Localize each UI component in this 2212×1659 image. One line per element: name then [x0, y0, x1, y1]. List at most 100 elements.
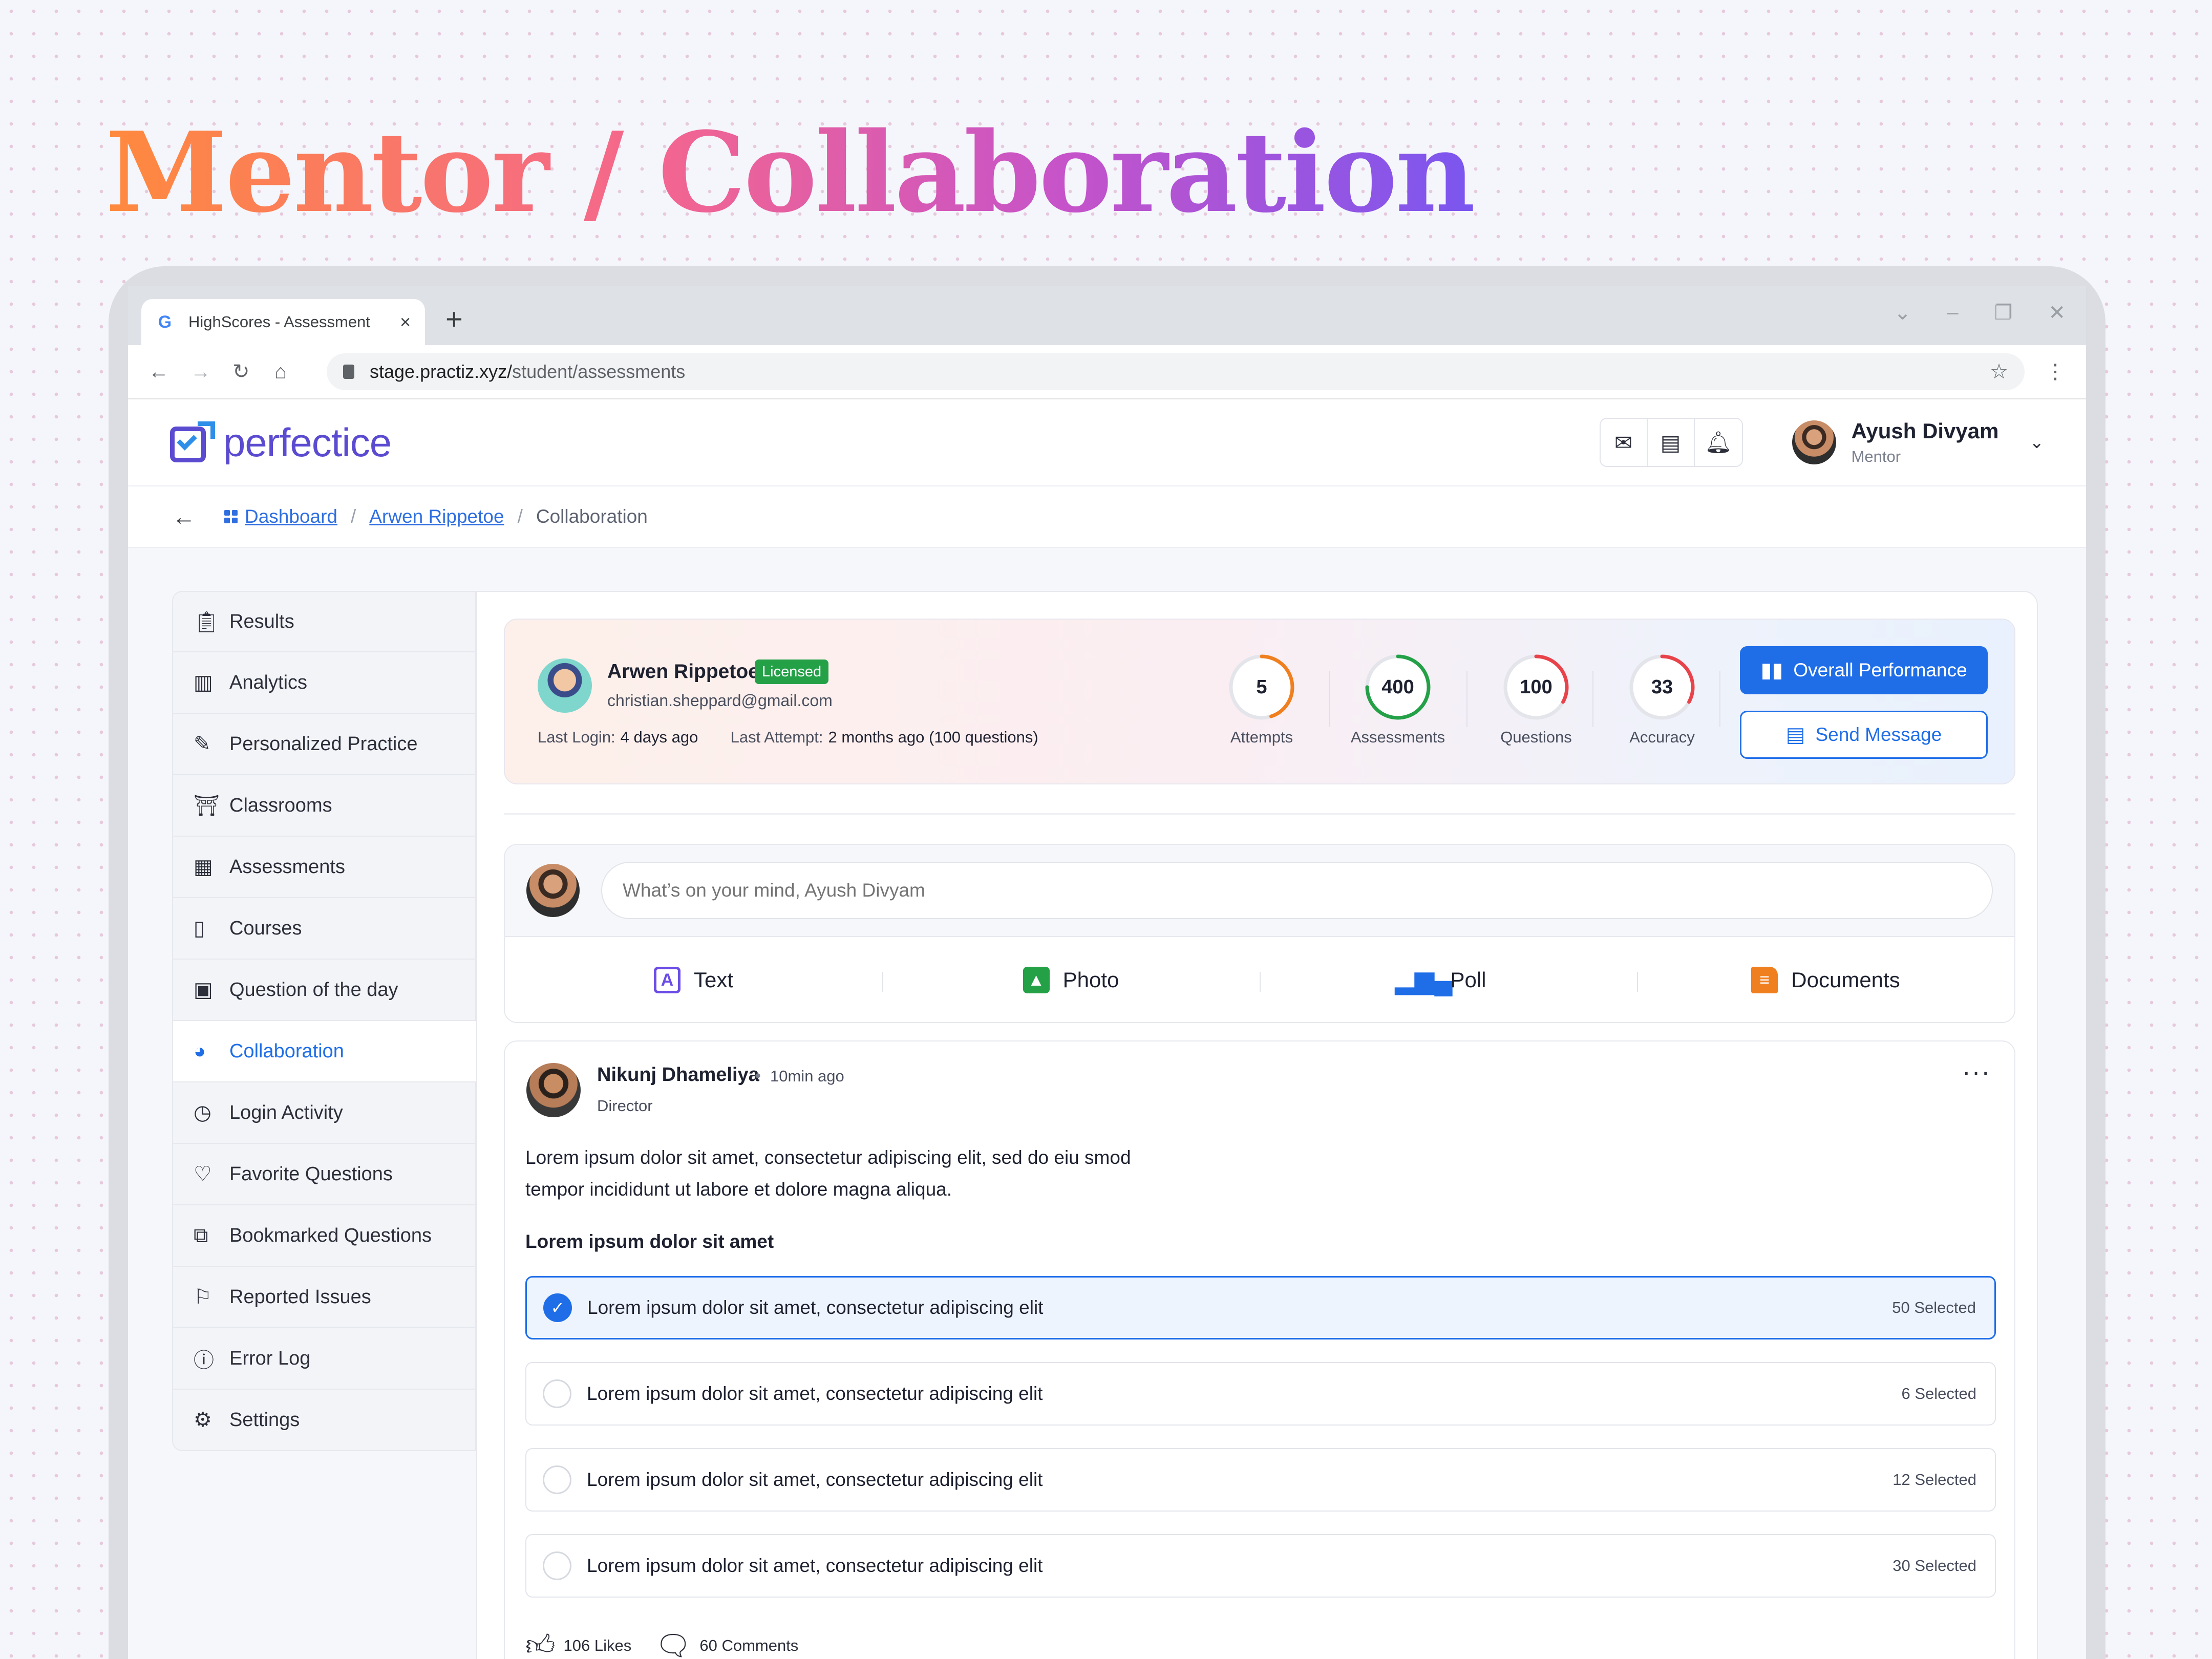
sidebar-item-classrooms[interactable]: ⛩︎ Classrooms — [172, 775, 476, 837]
app-logo[interactable]: perfectice — [170, 419, 392, 466]
button-label: Overall Performance — [1793, 660, 1967, 680]
bookmark-star-icon[interactable]: ☆ — [1990, 360, 2008, 384]
forward-icon[interactable]: → — [190, 360, 232, 384]
sidebar-item-label: Classrooms — [229, 794, 332, 816]
sidebar-item-bookmarked-questions[interactable]: ⧉ Bookmarked Questions — [172, 1205, 476, 1267]
sidebar-item-label: Personalized Practice — [229, 733, 418, 755]
post-time: 10min ago — [770, 1067, 844, 1085]
sidebar-item-courses[interactable]: ▯ Courses — [172, 898, 476, 960]
sidebar-item-assessments[interactable]: ▦ Assessments — [172, 837, 476, 898]
stat-assessments: 400 Assessments — [1347, 652, 1449, 747]
back-icon[interactable]: ← — [148, 360, 190, 384]
poll-option[interactable]: Lorem ipsum dolor sit amet, consectetur … — [525, 1362, 1996, 1426]
post-author[interactable]: Nikunj Dhameliya — [597, 1064, 759, 1086]
sidebar-item-label: Reported Issues — [229, 1286, 371, 1308]
poll-icon: ▂▆▄ — [1395, 966, 1453, 994]
overall-performance-button[interactable]: ▮▮ Overall Performance — [1740, 646, 1988, 694]
tab-title: HighScores - Assessment — [188, 313, 370, 331]
composer-text-button[interactable]: A Text — [505, 967, 882, 993]
restore-icon[interactable]: ❐ — [1994, 301, 2013, 325]
composer-poll-button[interactable]: ▂▆▄ Poll — [1260, 966, 1637, 994]
dashboard-icon — [224, 510, 238, 523]
likes-count[interactable]: 106 Likes — [564, 1636, 632, 1655]
breadcrumb-separator: / — [517, 506, 523, 527]
comment-icon[interactable]: 🗨︎ — [655, 1629, 691, 1659]
sidebar-item-favorite-questions[interactable]: ♡ Favorite Questions — [172, 1144, 476, 1205]
sidebar-item-reported-issues[interactable]: ⚐ Reported Issues — [172, 1267, 476, 1328]
book-icon: ▯ — [194, 917, 205, 940]
last-login-value: 4 days ago — [620, 728, 698, 746]
poll-option[interactable]: Lorem ipsum dolor sit amet, consectetur … — [525, 1448, 1996, 1512]
check-icon: ✓ — [543, 1293, 572, 1322]
sidebar-item-error-log[interactable]: ⓘ Error Log — [172, 1328, 476, 1390]
radio-icon — [543, 1551, 571, 1580]
user-meta: Ayush Divyam Mentor — [1852, 419, 1999, 466]
comments-count[interactable]: 60 Comments — [699, 1636, 798, 1655]
stat-divider — [1592, 671, 1593, 727]
stat-value: 33 — [1651, 676, 1673, 698]
composer-actions: A Text ▲ Photo ▂▆▄ Poll ≡ Documents — [505, 937, 2014, 1022]
google-favicon-icon: G — [158, 312, 172, 332]
bar-chart-icon: ▥ — [194, 671, 213, 694]
poll-option[interactable]: Lorem ipsum dolor sit amet, consectetur … — [525, 1534, 1996, 1598]
sidebar-item-personalized-practice[interactable]: ✎ Personalized Practice — [172, 714, 476, 775]
poll-option-count: 12 Selected — [1892, 1471, 1976, 1488]
stat-label: Assessments — [1350, 728, 1445, 746]
back-arrow-icon[interactable]: ← — [172, 503, 196, 530]
url-field[interactable]: stage.practiz.xyz/ student/assessments ☆ — [327, 353, 2025, 390]
sidebar-item-collaboration[interactable]: ◕ Collaboration — [172, 1021, 476, 1082]
browser-menu-icon[interactable]: ⋮ — [2045, 360, 2066, 384]
sidebar-item-results[interactable]: 📋︎ Results — [172, 591, 476, 652]
avatar — [538, 658, 592, 713]
bell-icon[interactable]: 🔔︎ — [1695, 419, 1742, 466]
sidebar-item-label: Settings — [229, 1409, 300, 1431]
breadcrumb-dashboard[interactable]: Dashboard — [245, 506, 337, 527]
action-label: Photo — [1062, 968, 1119, 992]
radio-icon — [543, 1379, 571, 1408]
like-icon[interactable]: 👍︎ — [525, 1628, 556, 1659]
sidebar-item-settings[interactable]: ⚙ Settings — [172, 1390, 476, 1451]
send-message-button[interactable]: ▤ Send Message — [1740, 711, 1988, 759]
sidebar-item-label: Analytics — [229, 671, 308, 693]
composer-documents-button[interactable]: ≡ Documents — [1637, 967, 2014, 993]
chat-icon[interactable]: ▤ — [1648, 419, 1695, 466]
breadcrumb-student[interactable]: Arwen Rippetoe — [369, 506, 504, 527]
breadcrumb-separator: / — [351, 506, 356, 527]
reload-icon[interactable]: ↻ — [232, 360, 274, 384]
tab-search-icon[interactable]: ⌄ — [1894, 301, 1911, 325]
new-tab-button[interactable]: + — [445, 304, 463, 335]
device-frame: G HighScores - Assessment × + ⌄ – ❐ ✕ ← … — [109, 266, 2105, 1659]
close-window-icon[interactable]: ✕ — [2048, 301, 2066, 325]
stat-label: Attempts — [1230, 728, 1293, 746]
stat-divider — [1466, 671, 1467, 727]
post-footer: 👍︎ 106 Likes 🗨︎ 60 Comments — [525, 1628, 798, 1659]
composer-photo-button[interactable]: ▲ Photo — [882, 967, 1260, 993]
stat-label: Accuracy — [1629, 728, 1695, 746]
sidebar-item-analytics[interactable]: ▥ Analytics — [172, 652, 476, 714]
more-options-icon[interactable]: ··· — [1962, 1057, 1991, 1087]
composer-top — [505, 845, 2014, 937]
avatar — [1792, 420, 1836, 464]
sidebar-item-label: Collaboration — [229, 1040, 344, 1062]
home-icon[interactable]: ⌂ — [274, 360, 316, 384]
poll-option[interactable]: ✓ Lorem ipsum dolor sit amet, consectetu… — [525, 1276, 1996, 1339]
action-label: Text — [693, 968, 734, 992]
gear-icon: ⚙ — [194, 1409, 212, 1431]
sidebar-item-question-of-the-day[interactable]: ▣ Question of the day — [172, 960, 476, 1021]
user-menu[interactable]: Ayush Divyam Mentor ⌄ — [1792, 419, 2044, 466]
user-role: Mentor — [1851, 448, 1901, 465]
mail-icon[interactable]: ✉ — [1601, 419, 1648, 466]
minimize-icon[interactable]: – — [1947, 301, 1958, 325]
post-meta-dot: • — [755, 1066, 761, 1086]
sidebar-item-login-activity[interactable]: ◷ Login Activity — [172, 1082, 476, 1144]
poll-option-text: Lorem ipsum dolor sit amet, consectetur … — [587, 1383, 1043, 1404]
tab-close-icon[interactable]: × — [400, 311, 411, 333]
student-profile-card: Arwen Rippetoe Licensed christian.sheppa… — [504, 619, 2015, 784]
main-panel: Arwen Rippetoe Licensed christian.sheppa… — [476, 591, 2038, 1659]
chevron-down-icon[interactable]: ⌄ — [2030, 432, 2045, 453]
post-input[interactable] — [601, 862, 1993, 919]
browser-tab[interactable]: G HighScores - Assessment × — [141, 299, 425, 345]
stat-questions: 100 Questions — [1485, 652, 1587, 747]
clipboard-icon: 📋︎ — [194, 610, 220, 633]
header-icon-group: ✉ ▤ 🔔︎ — [1599, 418, 1743, 467]
